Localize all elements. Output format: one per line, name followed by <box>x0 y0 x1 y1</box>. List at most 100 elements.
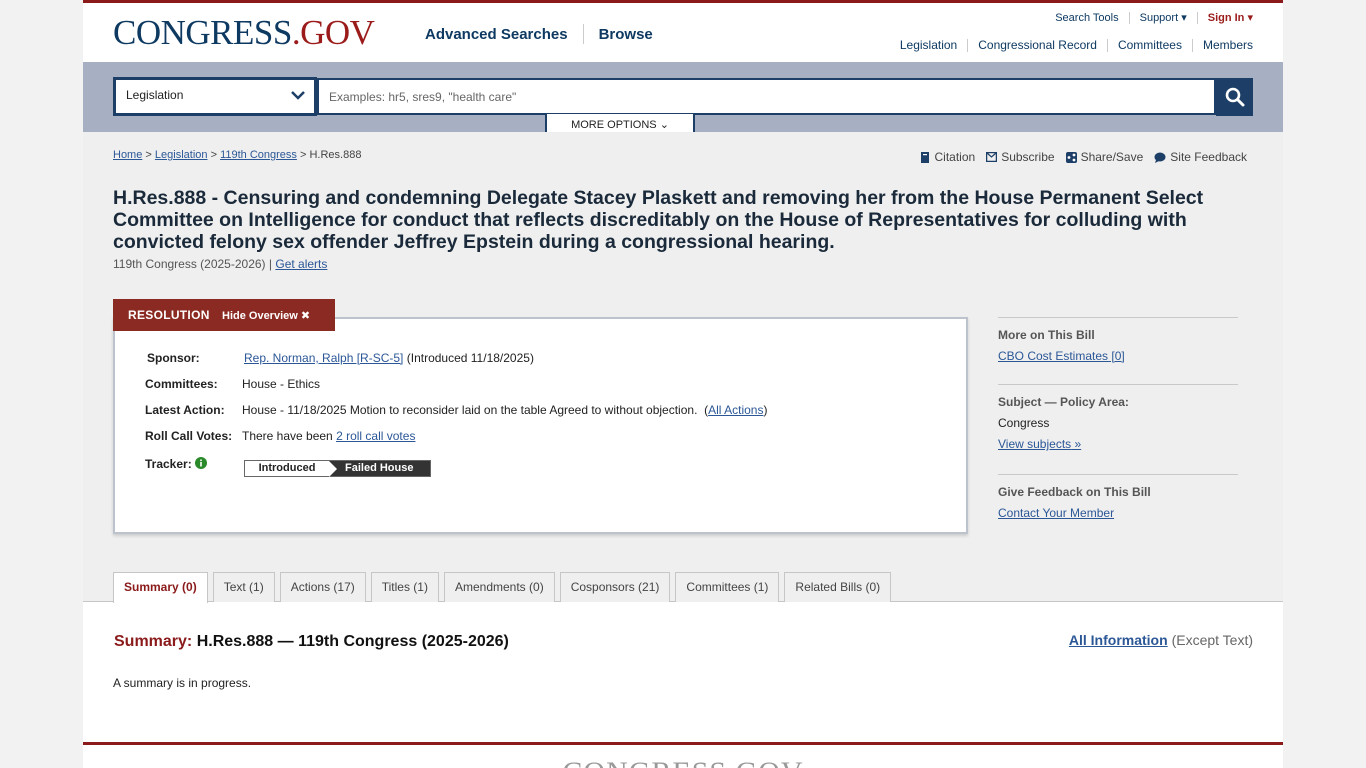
subject-heading: Subject — Policy Area: <box>998 395 1129 409</box>
feedback-heading: Give Feedback on This Bill <box>998 485 1151 499</box>
tab-actions[interactable]: Actions (17) <box>279 572 366 602</box>
tab-cosponsors[interactable]: Cosponsors (21) <box>559 572 671 602</box>
view-subjects-link[interactable]: View subjects » <box>998 437 1081 451</box>
more-on-bill-heading: More on This Bill <box>998 328 1095 342</box>
bill-subtitle: 119th Congress (2025-2026) | Get alerts <box>113 257 327 271</box>
latest-action-label: Latest Action: <box>145 403 225 417</box>
caret-down-icon: ▾ <box>1181 12 1187 24</box>
contact-member-link[interactable]: Contact Your Member <box>998 506 1114 520</box>
utility-divider <box>1128 11 1130 24</box>
search-icon <box>1225 87 1244 107</box>
search-button[interactable] <box>1216 78 1253 116</box>
feedback-section: Give Feedback on This Bill Contact Your … <box>998 474 1238 520</box>
all-information-link[interactable]: All Information <box>1069 632 1168 648</box>
nav-legislation[interactable]: Legislation <box>900 38 957 52</box>
committees-value: House - Ethics <box>242 377 321 391</box>
sidebar-divider <box>998 384 1238 385</box>
committees-label: Committees: <box>145 377 218 391</box>
summary-heading: Summary: H.Res.888 — 119th Congress (202… <box>114 633 509 651</box>
tab-titles[interactable]: Titles (1) <box>370 572 439 602</box>
subscribe-label: Subscribe <box>1001 150 1055 164</box>
comment-icon <box>1154 152 1166 163</box>
share-icon <box>1065 151 1077 163</box>
nav-advanced-searches[interactable]: Advanced Searches <box>425 26 568 43</box>
secondary-nav: Legislation Congressional Record Committ… <box>900 38 1253 52</box>
info-icon[interactable] <box>195 457 208 469</box>
roll-call-row: Roll Call Votes: There have been 2 roll … <box>145 429 415 443</box>
chevron-down-icon: ⌄ <box>659 119 669 131</box>
secnav-divider <box>1106 38 1108 52</box>
citation-tool[interactable]: Citation <box>920 150 975 164</box>
tracker-step-failed-house: Failed House <box>329 461 430 477</box>
sponsor-label: Sponsor: <box>147 351 200 365</box>
roll-call-link[interactable]: 2 roll call votes <box>336 429 415 443</box>
subject-value: Congress <box>998 416 1050 430</box>
sidebar-divider <box>998 474 1238 475</box>
double-chevron-right-icon: » <box>1074 437 1082 451</box>
roll-call-label: Roll Call Votes: <box>145 429 233 443</box>
tracker-step-failed-house-label: Failed House <box>345 462 414 474</box>
except-text-note: (Except Text) <box>1171 632 1253 648</box>
view-subjects-label: View subjects <box>998 437 1072 451</box>
latest-action-text: House - 11/18/2025 Motion to reconsider … <box>242 403 698 417</box>
top-border <box>83 0 1283 3</box>
all-information-area: All Information (Except Text) <box>1069 632 1253 648</box>
tab-text[interactable]: Text (1) <box>212 572 275 602</box>
sponsor-link[interactable]: Rep. Norman, Ralph [R-SC-5] <box>244 351 403 365</box>
tab-committees[interactable]: Committees (1) <box>675 572 780 602</box>
sign-in-menu[interactable]: Sign In ▾ <box>1208 11 1253 24</box>
search-scope-value: Legislation <box>126 88 184 102</box>
site-feedback-tool[interactable]: Site Feedback <box>1154 150 1247 164</box>
tracker-label-wrap: Tracker: <box>145 457 242 471</box>
nav-members[interactable]: Members <box>1203 38 1253 52</box>
resolution-tab: RESOLUTION Hide Overview ✖ <box>113 299 335 331</box>
summary-text: A summary is in progress. <box>113 676 252 690</box>
hide-overview-label: Hide Overview <box>222 309 298 322</box>
tracker-label: Tracker: <box>145 457 192 471</box>
summary-label: Summary: <box>114 633 193 650</box>
caret-down-icon: ▾ <box>1247 12 1253 24</box>
secnav-divider <box>967 38 969 52</box>
breadcrumb-separator: > <box>299 149 307 161</box>
nav-congressional-record[interactable]: Congressional Record <box>978 38 1097 52</box>
utility-divider <box>1196 11 1198 24</box>
subscribe-tool[interactable]: Subscribe <box>986 150 1055 164</box>
all-actions-close: ) <box>763 403 768 417</box>
logo-accent: .GOV <box>291 13 375 52</box>
sign-in-label: Sign In <box>1207 12 1245 24</box>
envelope-icon <box>986 152 998 162</box>
more-options-label: MORE OPTIONS <box>571 119 657 131</box>
bill-tracker: Introduced Failed House <box>244 460 431 477</box>
search-input[interactable] <box>317 78 1216 115</box>
tracker-row: Tracker: <box>145 457 242 471</box>
nav-committees[interactable]: Committees <box>1118 38 1182 52</box>
sponsor-value: Rep. Norman, Ralph [R-SC-5] (Introduced … <box>244 351 534 365</box>
search-tools-link[interactable]: Search Tools <box>1055 12 1118 24</box>
latest-action-row: Latest Action: House - 11/18/2025 Motion… <box>145 403 767 417</box>
tab-amendments[interactable]: Amendments (0) <box>443 572 555 602</box>
tab-related-bills[interactable]: Related Bills (0) <box>784 572 892 602</box>
breadcrumb-home[interactable]: Home <box>113 149 142 161</box>
get-alerts-link[interactable]: Get alerts <box>275 257 327 271</box>
all-actions-link[interactable]: All Actions <box>708 403 763 417</box>
close-icon: ✖ <box>300 309 311 322</box>
share-save-tool[interactable]: Share/Save <box>1065 150 1143 164</box>
tab-summary[interactable]: Summary (0) <box>113 572 208 603</box>
breadcrumb-separator: > <box>210 149 217 161</box>
more-on-bill-section: More on This Bill CBO Cost Estimates [0] <box>998 317 1238 363</box>
search-scope-select[interactable]: Legislation <box>113 77 317 116</box>
bill-title: H.Res.888 - Censuring and condemning Del… <box>113 187 1204 253</box>
cbo-cost-estimates-link[interactable]: CBO Cost Estimates [0] <box>998 349 1125 363</box>
congress-session: 119th Congress (2025-2026) <box>113 257 266 271</box>
breadcrumb: Home > Legislation > 119th Congress > H.… <box>113 149 361 161</box>
logo-main: CONGRESS <box>113 13 292 52</box>
overview-panel: Sponsor: Rep. Norman, Ralph [R-SC-5] (In… <box>113 317 968 534</box>
nav-divider <box>582 24 584 44</box>
nav-browse[interactable]: Browse <box>599 26 653 43</box>
main-nav: Advanced Searches Browse <box>425 24 653 44</box>
breadcrumb-congress[interactable]: 119th Congress <box>220 149 297 161</box>
hide-overview-button[interactable]: Hide Overview ✖ <box>222 309 310 322</box>
breadcrumb-legislation[interactable]: Legislation <box>155 149 208 161</box>
support-menu[interactable]: Support ▾ <box>1140 11 1187 24</box>
site-logo[interactable]: CONGRESS.GOV <box>113 13 375 53</box>
